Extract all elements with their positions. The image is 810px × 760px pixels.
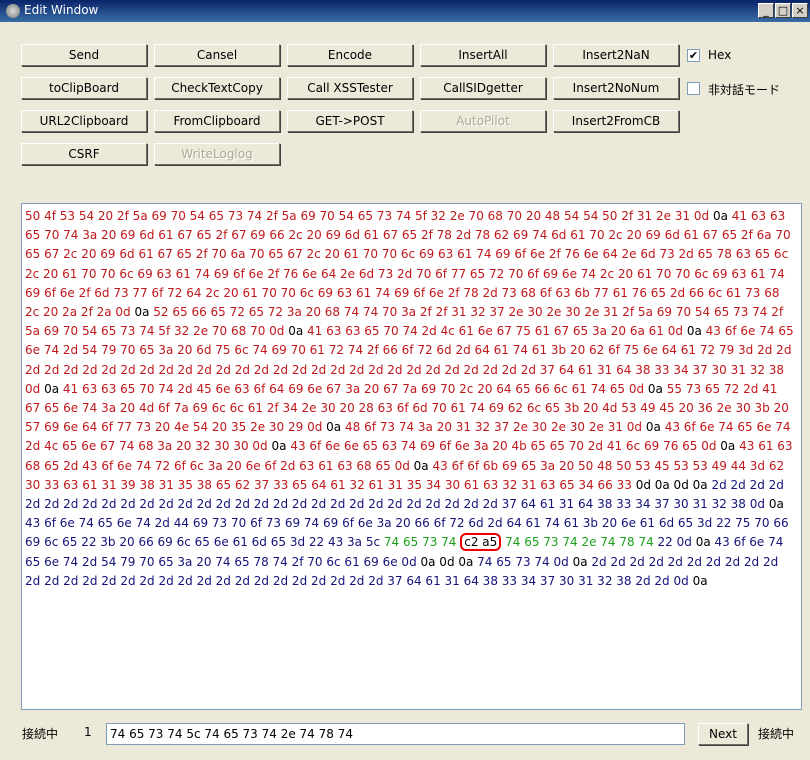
from-clipboard-button[interactable]: FromClipboard	[154, 110, 280, 132]
hex-segment: 41 63 63 65 70 74 3a 20 69 6d 61 67 65 2…	[25, 209, 791, 320]
hex-content: 50 4f 53 54 20 2f 5a 69 70 54 65 73 74 2…	[25, 207, 795, 591]
connection-status-left: 接続中	[22, 727, 59, 741]
hex-segment: 0a	[720, 439, 740, 454]
cansel-button[interactable]: Cansel	[154, 44, 280, 66]
check-text-copy-button[interactable]: CheckTextCopy	[154, 77, 280, 99]
hex-segment: 22 0d	[657, 535, 696, 550]
hex-segment: 41 63 63 65 70 74 2d 45 6e 63 6f 64 69 6…	[62, 381, 648, 396]
hex-search-input[interactable]: 74 65 73 74 5c 74 65 73 74 2e 74 78 74	[106, 723, 685, 745]
hex-segment: 41 63 63 65 70 74 2d 4c 61 6e 67 75 61 6…	[307, 324, 687, 339]
hex-segment: 0a	[134, 305, 154, 320]
hex-segment: 74 65 73 74	[383, 535, 461, 550]
hex-segment: 0a	[692, 573, 708, 588]
to-clipboard-button[interactable]: toClipBoard	[21, 77, 147, 99]
insert-all-button[interactable]: InsertAll	[420, 44, 546, 66]
window-title: Edit Window	[24, 3, 99, 17]
title-bar: Edit Window _ □ ×	[0, 0, 810, 22]
hex-text-area[interactable]: 50 4f 53 54 20 2f 5a 69 70 54 65 73 74 2…	[21, 203, 802, 710]
url2clipboard-button[interactable]: URL2Clipboard	[21, 110, 147, 132]
hex-label: Hex	[708, 48, 732, 62]
hex-segment: 74 65 73 74 2e 74 78 74	[501, 535, 658, 550]
get-to-post-button[interactable]: GET->POST	[287, 110, 413, 132]
next-button[interactable]: Next	[698, 723, 748, 745]
hex-segment: 0a	[647, 381, 667, 396]
insert2nonum-button[interactable]: Insert2NoNum	[553, 77, 679, 99]
hex-segment: 0d 0a 0d 0a	[635, 477, 712, 492]
hex-segment: 0a	[695, 535, 715, 550]
hex-segment: 74 65 73 74 0d	[477, 554, 573, 569]
call-sid-getter-button[interactable]: CallSIDgetter	[420, 77, 546, 99]
hex-segment: 50 4f 53 54 20 2f 5a 69 70 54 65 73 74 2…	[25, 209, 713, 223]
encode-button[interactable]: Encode	[287, 44, 413, 66]
connection-count: 1	[84, 725, 92, 739]
insert2fromcb-button[interactable]: Insert2FromCB	[553, 110, 679, 132]
hex-segment: 0a	[712, 209, 732, 223]
write-loglog-button[interactable]: WriteLoglog	[154, 143, 280, 165]
csrf-button[interactable]: CSRF	[21, 143, 147, 165]
non-dialog-checkbox[interactable]	[687, 82, 700, 95]
hex-checkbox[interactable]: ✔	[687, 49, 700, 62]
hex-segment: 0a	[288, 324, 308, 339]
maximize-button[interactable]: □	[775, 3, 791, 18]
hex-segment: 0a	[326, 420, 345, 435]
hex-segment: 0a 0d 0a	[420, 554, 478, 569]
hex-segment: 0a	[768, 497, 784, 512]
connection-status-right: 接続中	[758, 727, 795, 741]
hex-segment: 0a	[44, 381, 63, 396]
highlighted-hex-bytes: c2 a5	[460, 533, 502, 552]
autopilot-button[interactable]: AutoPilot	[420, 110, 546, 132]
hex-segment: 0a	[686, 324, 706, 339]
call-xss-tester-button[interactable]: Call XSSTester	[287, 77, 413, 99]
app-icon	[6, 4, 20, 18]
minimize-button[interactable]: _	[758, 3, 774, 18]
insert2nan-button[interactable]: Insert2NaN	[553, 44, 679, 66]
close-button[interactable]: ×	[792, 3, 808, 18]
hex-segment: 43 6f 6e 6e 65 63 74 69 6f 6e 3a 20 4b 6…	[290, 439, 721, 454]
hex-segment: 0a	[271, 439, 291, 454]
hex-segment: 0a	[645, 420, 665, 435]
send-button[interactable]: Send	[21, 44, 147, 66]
hex-segment: 0a	[572, 554, 592, 569]
non-dialog-label: 非対話モード	[708, 83, 781, 97]
hex-segment: 0a	[413, 458, 433, 473]
hex-segment: 48 6f 73 74 3a 20 31 32 37 2e 30 2e 30 2…	[344, 420, 646, 435]
